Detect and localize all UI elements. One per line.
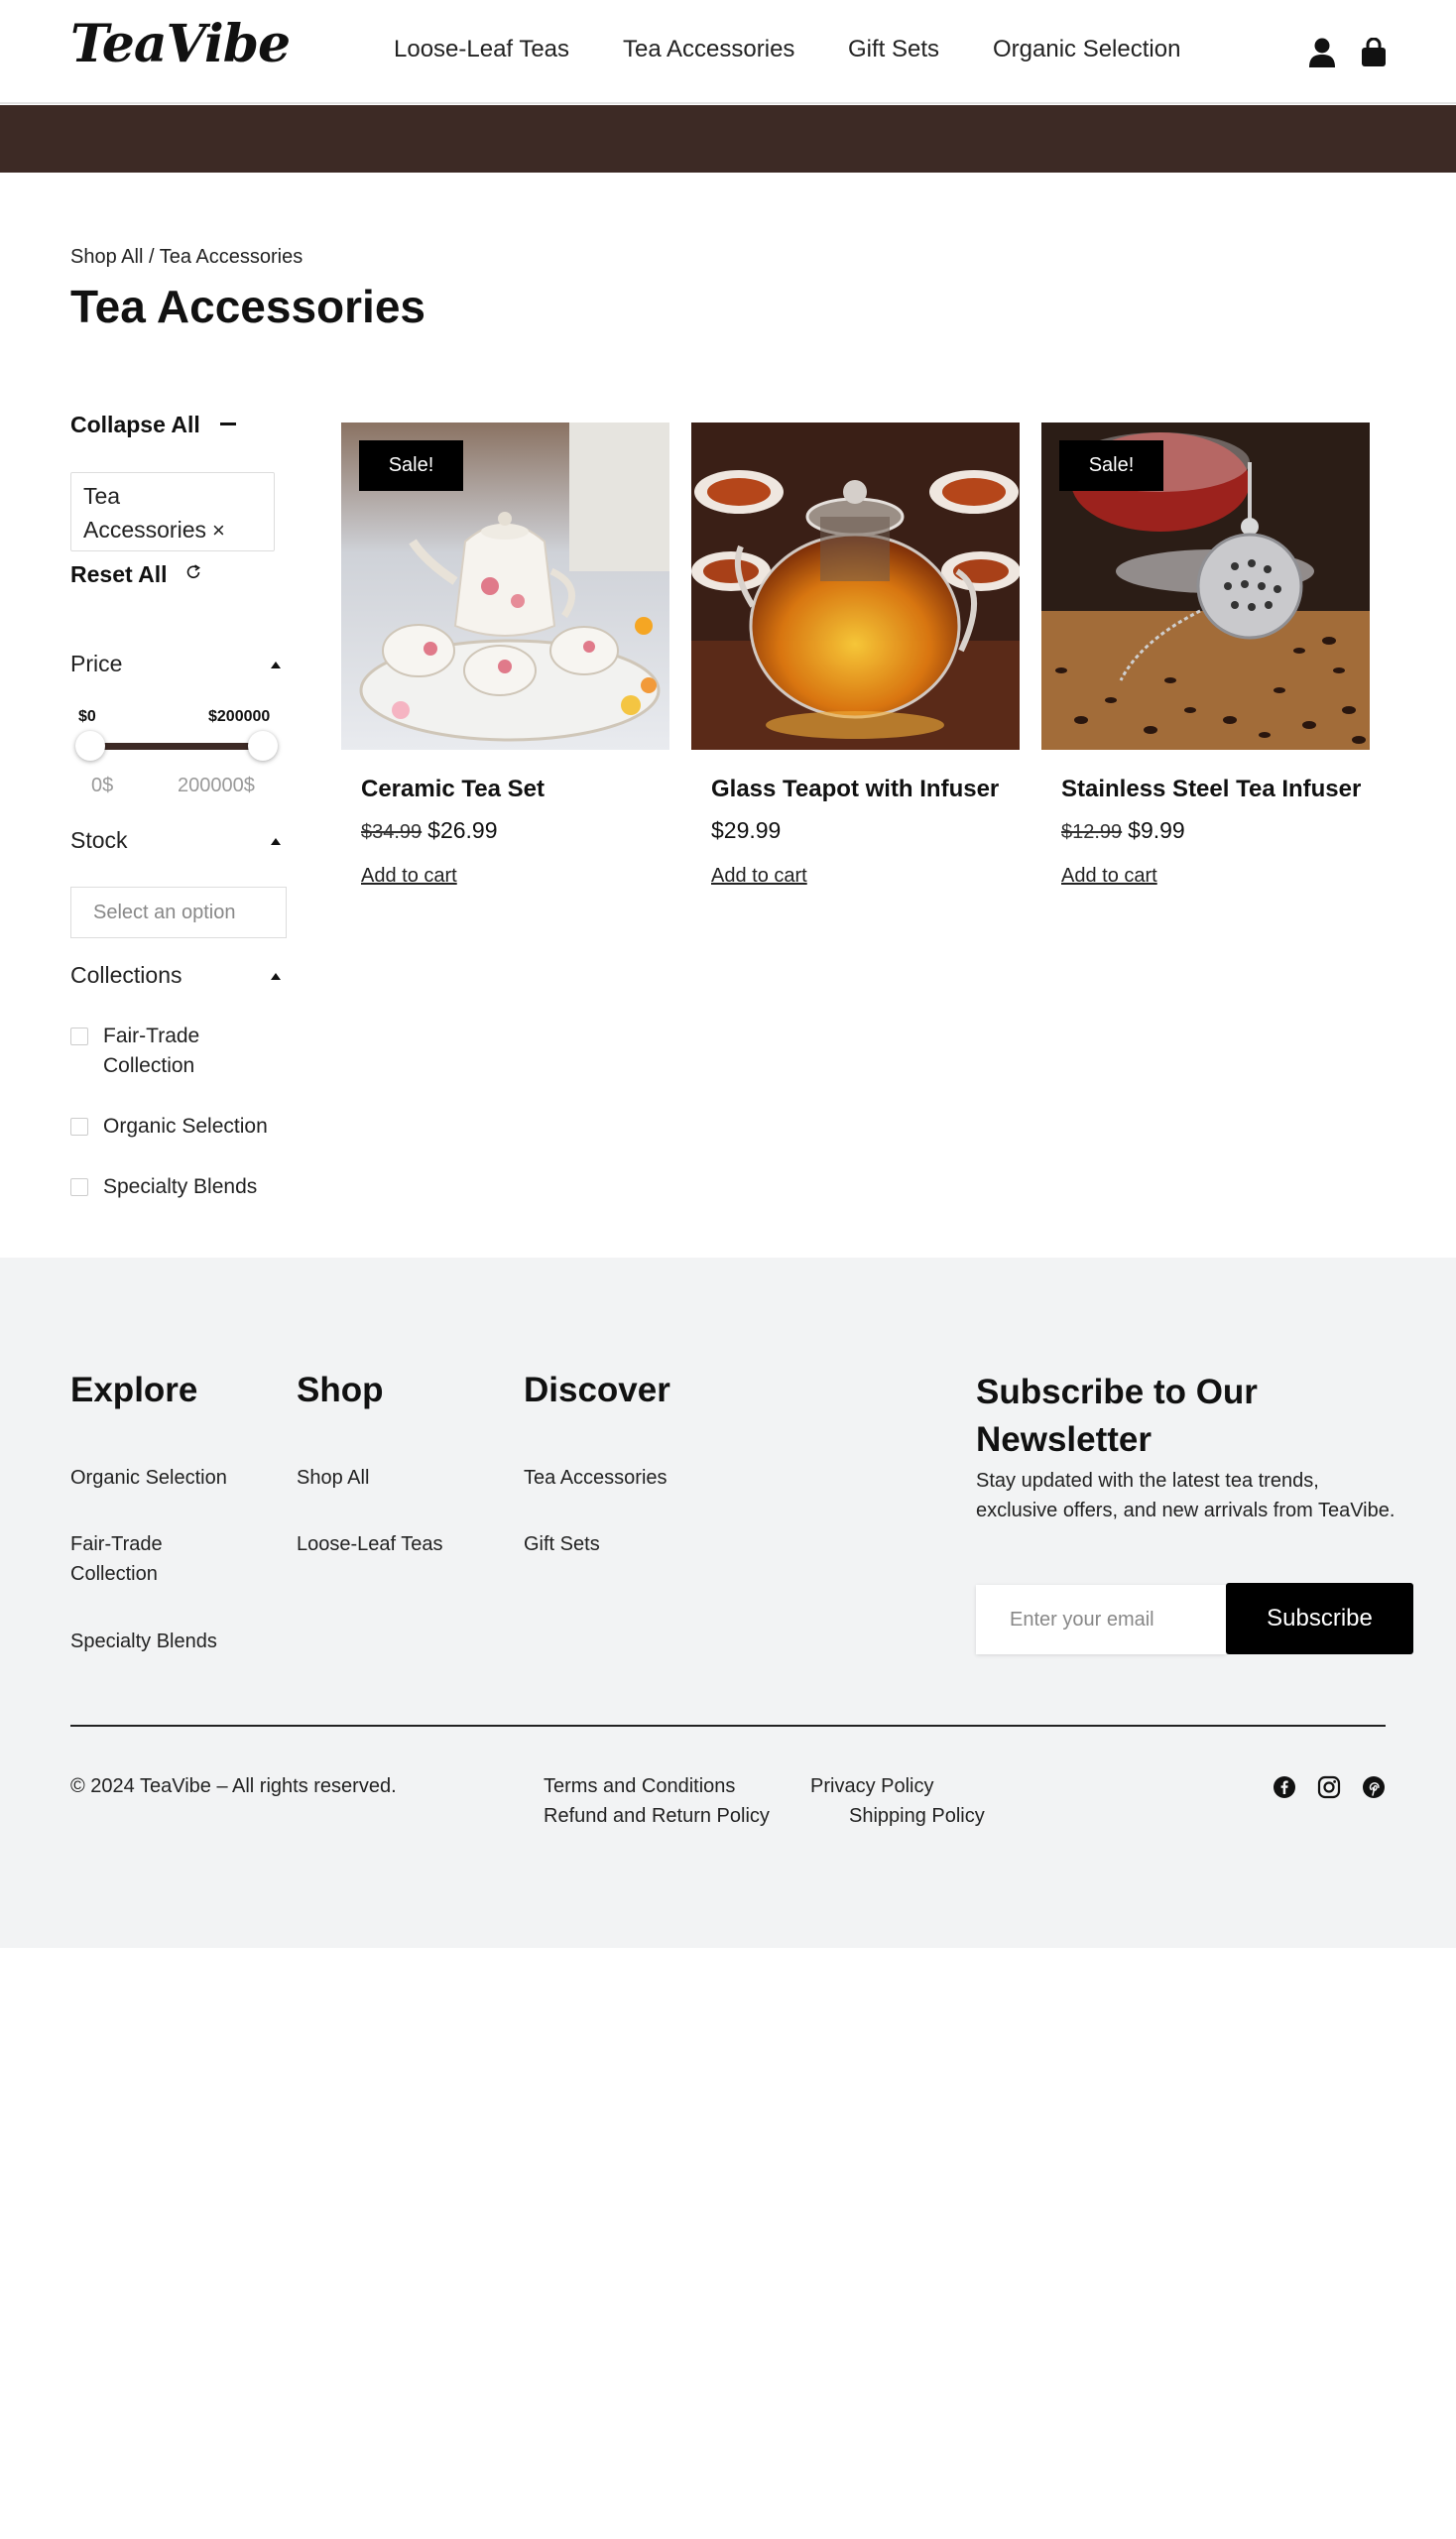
price-slider-max-handle[interactable]: [248, 731, 278, 761]
checkbox[interactable]: [70, 1028, 88, 1045]
sale-badge: Sale!: [1059, 440, 1163, 491]
chevron-up-icon[interactable]: [271, 838, 281, 845]
footer-explore-title: Explore: [70, 1371, 198, 1409]
email-input[interactable]: [976, 1585, 1226, 1654]
sale-price: $9.99: [1128, 817, 1185, 843]
active-filter-chip[interactable]: Tea Accessories ×: [70, 472, 275, 551]
chevron-up-icon[interactable]: [271, 662, 281, 668]
product-price: $29.99: [711, 817, 781, 844]
product-price: $12.99 $9.99: [1061, 817, 1185, 844]
facebook-icon[interactable]: [1273, 1775, 1296, 1799]
footer-link[interactable]: Shop All: [297, 1463, 369, 1493]
sale-badge: Sale!: [359, 440, 463, 491]
shipping-link[interactable]: Shipping Policy: [849, 1805, 985, 1828]
site-footer: Explore Organic Selection Fair-Trade Col…: [0, 1258, 1456, 1948]
active-filter-label: Tea Accessories: [83, 483, 206, 543]
footer-link[interactable]: Tea Accessories: [524, 1463, 667, 1493]
stock-filter-title[interactable]: Stock: [70, 827, 128, 854]
promo-banner: [0, 105, 1456, 173]
breadcrumb[interactable]: Shop All / Tea Accessories: [70, 246, 303, 269]
price-min-input[interactable]: 0$: [91, 775, 113, 797]
footer-divider: [70, 1725, 1386, 1727]
refresh-icon[interactable]: [184, 563, 202, 581]
product-name[interactable]: Ceramic Tea Set: [361, 776, 545, 803]
product-name[interactable]: Glass Teapot with Infuser: [711, 776, 999, 803]
pinterest-icon[interactable]: [1362, 1775, 1386, 1799]
footer-discover-title: Discover: [524, 1371, 670, 1409]
price-slider-track[interactable]: [89, 743, 262, 750]
close-icon[interactable]: ×: [212, 518, 225, 543]
add-to-cart-button[interactable]: Add to cart: [711, 865, 807, 888]
privacy-link[interactable]: Privacy Policy: [810, 1775, 933, 1798]
checkbox[interactable]: [70, 1178, 88, 1196]
user-icon[interactable]: [1308, 38, 1336, 67]
newsletter-description: Stay updated with the latest tea trends,…: [976, 1470, 1395, 1521]
reset-all-button[interactable]: Reset All: [70, 561, 168, 588]
chevron-up-icon[interactable]: [271, 973, 281, 980]
shopping-bag-icon[interactable]: [1361, 38, 1387, 67]
subscribe-button[interactable]: Subscribe: [1226, 1583, 1413, 1654]
page-title: Tea Accessories: [70, 281, 426, 332]
product-name[interactable]: Stainless Steel Tea Infuser: [1061, 776, 1361, 803]
footer-link[interactable]: Organic Selection: [70, 1463, 227, 1493]
footer-link[interactable]: Loose-Leaf Teas: [297, 1529, 443, 1559]
add-to-cart-button[interactable]: Add to cart: [1061, 865, 1157, 888]
terms-link[interactable]: Terms and Conditions: [544, 1775, 735, 1798]
product-image[interactable]: Sale!: [341, 423, 669, 750]
site-logo[interactable]: TeaVibe: [70, 14, 291, 74]
footer-link[interactable]: Fair-Trade Collection: [70, 1529, 209, 1589]
product-image[interactable]: [691, 423, 1020, 750]
footer-shop-title: Shop: [297, 1371, 384, 1409]
minus-icon[interactable]: [220, 423, 236, 425]
price-min-label: $0: [78, 708, 96, 725]
newsletter-title: Subscribe to Our Newsletter: [976, 1373, 1258, 1459]
sale-price: $26.99: [427, 817, 498, 843]
site-header: TeaVibe Loose-Leaf Teas Tea Accessories …: [0, 0, 1456, 104]
nav-gift-sets[interactable]: Gift Sets: [848, 36, 939, 63]
price-max-input[interactable]: 200000$: [178, 775, 255, 797]
checkbox[interactable]: [70, 1118, 88, 1136]
nav-organic-selection[interactable]: Organic Selection: [993, 36, 1180, 63]
copyright: © 2024 TeaVibe – All rights reserved.: [70, 1775, 397, 1797]
collection-option-label: Specialty Blends: [103, 1175, 258, 1198]
old-price: $12.99: [1061, 821, 1123, 843]
product-image[interactable]: Sale!: [1041, 423, 1370, 750]
nav-loose-leaf-teas[interactable]: Loose-Leaf Teas: [394, 36, 569, 63]
stock-select[interactable]: Select an option: [70, 887, 287, 938]
price-slider-min-handle[interactable]: [75, 731, 105, 761]
collection-option-label: Organic Selection: [103, 1115, 268, 1138]
refund-link[interactable]: Refund and Return Policy: [544, 1805, 770, 1828]
nav-tea-accessories[interactable]: Tea Accessories: [623, 36, 794, 63]
instagram-icon[interactable]: [1317, 1775, 1341, 1799]
collection-option-label: Fair-Trade Collection: [103, 1025, 200, 1077]
add-to-cart-button[interactable]: Add to cart: [361, 865, 457, 888]
old-price: $34.99: [361, 821, 423, 843]
product-price: $34.99 $26.99: [361, 817, 498, 844]
footer-link[interactable]: Specialty Blends: [70, 1627, 217, 1656]
footer-link[interactable]: Gift Sets: [524, 1529, 600, 1559]
collapse-all-button[interactable]: Collapse All: [70, 412, 200, 438]
collections-filter-title[interactable]: Collections: [70, 962, 182, 989]
price-filter-title[interactable]: Price: [70, 651, 122, 677]
price: $29.99: [711, 817, 782, 843]
price-max-label: $200000: [208, 708, 271, 725]
